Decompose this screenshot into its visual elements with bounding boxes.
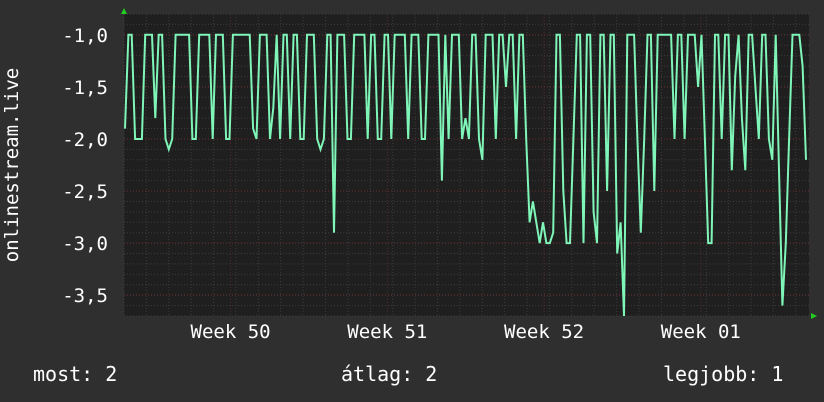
x-tick-label: Week 51 <box>347 321 427 343</box>
x-tick-label: Week 50 <box>191 321 271 343</box>
legend-average: átlag: 2 <box>341 362 438 386</box>
y-tick-label: -2,0 <box>62 129 108 151</box>
y-axis-arrow-icon <box>121 8 127 14</box>
y-tick-label: -3,0 <box>62 233 108 255</box>
y-tick-label: -1,5 <box>62 77 108 99</box>
chart: -1,0-1,5-2,0-2,5-3,0-3,5 Week 50 Week 51 W… <box>1 8 817 343</box>
x-axis-arrow-icon <box>811 313 817 319</box>
y-tick-label: -2,5 <box>62 181 108 203</box>
legend-best: legjobb: 1 <box>663 362 784 386</box>
x-tick-label: Week 52 <box>504 321 584 343</box>
y-tick-label: -1,0 <box>62 25 108 47</box>
y-tick-label: -3,5 <box>62 285 108 307</box>
x-tick-label: Week 01 <box>661 321 741 343</box>
y-axis: -1,0 -1,5 -2,0 -2,5 -3,0 -3,5 <box>62 25 108 307</box>
y-axis-label: onlinestream.live <box>1 68 23 262</box>
x-axis: Week 50 Week 51 Week 52 Week 01 <box>191 321 741 343</box>
legend-current: most: 2 <box>33 362 118 386</box>
